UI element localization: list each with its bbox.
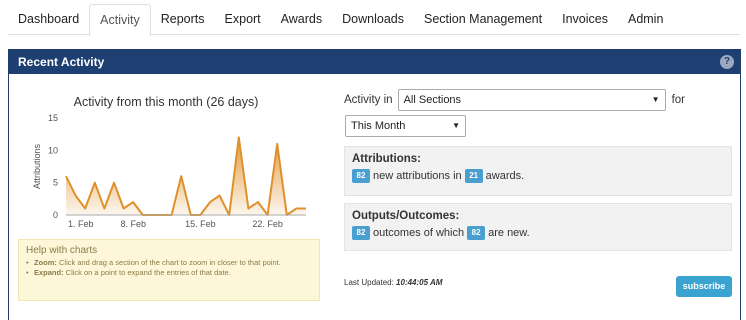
last-updated-time: 10:44:05 AM (396, 278, 443, 287)
main-nav-tabs: Dashboard Activity Reports Export Awards… (8, 4, 740, 36)
outputs-line: 82 outcomes of which 82 are new. (352, 226, 724, 240)
tab-activity[interactable]: Activity (89, 4, 151, 36)
help-term-expand: Expand: (34, 267, 64, 277)
period-select[interactable]: This Month ▼ (345, 115, 466, 137)
chart-help-item-zoom: Zoom: Click and drag a section of the ch… (26, 258, 312, 268)
help-term-zoom: Zoom: (34, 258, 57, 267)
awards-count-badge: 21 (464, 169, 483, 183)
outputs-summary: Outputs/Outcomes: 82 outcomes of which 8… (344, 203, 732, 251)
subscribe-button[interactable]: subscribe (676, 276, 732, 297)
chart-title: Activity from this month (26 days) (74, 95, 259, 109)
new-count-badge: 82 (467, 226, 486, 240)
chart-y-axis-label: Attributions (32, 143, 42, 189)
period-select-value: This Month (351, 120, 406, 132)
chart-help-item-expand: Expand: Click on a point to expand the e… (26, 268, 312, 278)
help-text-zoom: Click and drag a section of the chart to… (56, 258, 281, 267)
tab-admin[interactable]: Admin (618, 4, 673, 35)
attributions-line: 82 new attributions in 21 awards. (352, 169, 724, 183)
x-tick-label: 22. Feb (252, 219, 283, 229)
x-tick-label: 8. Feb (120, 219, 146, 229)
attributions-title: Attributions: (352, 153, 421, 165)
activity-in-label: Activity in (344, 94, 393, 106)
chart-help-list: Zoom: Click and drag a section of the ch… (26, 258, 312, 277)
activity-chart[interactable]: Activity from this month (26 days) Attri… (18, 88, 318, 236)
activity-filter-row: Activity in All Sections ▼ for (344, 89, 685, 111)
outputs-text-1: outcomes of which (373, 227, 465, 239)
tab-dashboard[interactable]: Dashboard (8, 4, 89, 35)
outputs-title: Outputs/Outcomes: (352, 210, 460, 222)
chart-help-box: Help with charts Zoom: Click and drag a … (18, 239, 320, 301)
section-select[interactable]: All Sections ▼ (397, 89, 666, 111)
last-updated: Last Updated: 10:44:05 AM (344, 278, 442, 287)
chart-help-title: Help with charts (26, 245, 98, 256)
attributions-count-badge: 82 (352, 169, 370, 183)
outcomes-count-badge: 82 (352, 226, 370, 240)
y-tick-label: 5 (53, 178, 58, 188)
x-tick-label: 1. Feb (68, 219, 94, 229)
attributions-text-2: awards. (485, 170, 525, 182)
y-tick-label: 15 (48, 113, 58, 123)
chevron-down-icon: ▼ (651, 95, 660, 104)
last-updated-label: Last Updated: (344, 278, 394, 287)
y-tick-label: 10 (48, 145, 58, 155)
y-tick-label: 0 (53, 210, 58, 220)
tab-export[interactable]: Export (215, 4, 271, 35)
chevron-down-icon: ▼ (452, 121, 460, 130)
outputs-text-2: are new. (488, 227, 530, 239)
help-text-expand: Click on a point to expand the entries o… (63, 267, 231, 277)
section-select-value: All Sections (403, 94, 462, 106)
tab-reports[interactable]: Reports (151, 4, 215, 35)
attributions-text-1: new attributions in (373, 170, 462, 182)
help-icon[interactable]: ? (720, 55, 734, 69)
tab-downloads[interactable]: Downloads (332, 4, 414, 35)
activity-chart-svg[interactable]: Activity from this month (26 days) Attri… (18, 88, 318, 236)
for-label: for (671, 94, 685, 106)
tab-section-management[interactable]: Section Management (414, 4, 552, 35)
panel-header: Recent Activity ? (9, 50, 740, 74)
tab-invoices[interactable]: Invoices (552, 4, 618, 35)
attributions-summary: Attributions: 82 new attributions in 21 … (344, 146, 732, 196)
panel-title: Recent Activity (18, 55, 105, 69)
tab-awards[interactable]: Awards (271, 4, 332, 35)
x-tick-label: 15. Feb (185, 219, 216, 229)
